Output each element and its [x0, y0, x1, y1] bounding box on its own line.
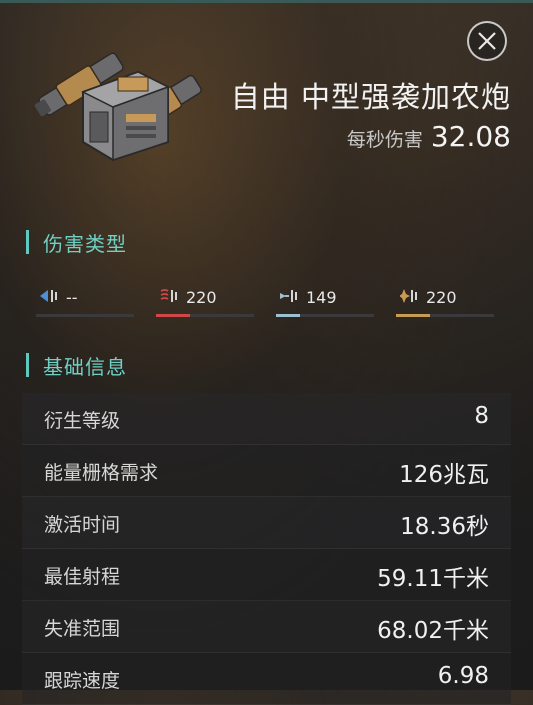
assault-cannon-image: [34, 52, 202, 162]
basic-info-heading: 基础信息: [26, 352, 127, 379]
info-row-falloff: 失准范围 68.02千米: [22, 601, 511, 653]
damage-value: 220: [186, 288, 217, 307]
info-row-derived-level: 衍生等级 8: [22, 393, 511, 445]
damage-fill: [276, 314, 300, 317]
info-label: 激活时间: [44, 514, 121, 536]
damage-track: [396, 314, 494, 317]
damage-track: [36, 314, 134, 317]
damage-kinetic: 149: [276, 283, 374, 317]
damage-types-heading: 伤害类型: [26, 229, 127, 256]
dps-row: 每秒伤害 32.08: [347, 120, 511, 153]
info-value: 18.36秒: [400, 514, 489, 540]
section-label: 伤害类型: [43, 231, 127, 256]
info-value: 68.02千米: [377, 618, 489, 644]
damage-track: [156, 314, 254, 317]
info-label: 衍生等级: [44, 410, 121, 432]
section-accent-bar: [26, 230, 29, 254]
explosive-damage-icon: [400, 289, 417, 303]
damage-em: --: [36, 283, 134, 317]
basic-info-table: 衍生等级 8 能量栅格需求 126兆瓦 激活时间 18.36秒 最佳射程 59.…: [22, 393, 511, 705]
damage-explosive: 220: [396, 283, 494, 317]
dps-value: 32.08: [430, 120, 511, 153]
damage-fill: [156, 314, 191, 317]
info-value: 126兆瓦: [399, 462, 489, 488]
damage-thermal: 220: [156, 283, 254, 317]
item-title: 自由 中型强袭加农炮: [230, 80, 511, 114]
info-row-optimal-range: 最佳射程 59.11千米: [22, 549, 511, 601]
section-label: 基础信息: [43, 354, 127, 379]
info-value: 8: [474, 403, 489, 429]
info-label: 最佳射程: [44, 566, 121, 588]
info-label: 跟踪速度: [44, 670, 121, 692]
info-row-power-grid: 能量栅格需求 126兆瓦: [22, 445, 511, 497]
info-label: 失准范围: [44, 618, 121, 640]
info-value: 59.11千米: [377, 566, 489, 592]
info-label: 能量栅格需求: [44, 462, 159, 484]
damage-value: --: [66, 288, 78, 307]
section-accent-bar: [26, 353, 29, 377]
damage-value: 220: [426, 288, 457, 307]
info-row-activation-time: 激活时间 18.36秒: [22, 497, 511, 549]
info-row-tracking-speed: 跟踪速度 6.98: [22, 653, 511, 705]
damage-value: 149: [306, 288, 337, 307]
damage-type-row: -- 220 149 220: [36, 283, 496, 321]
dps-label: 每秒伤害: [346, 129, 423, 151]
em-damage-icon: [40, 290, 57, 302]
close-button[interactable]: [467, 21, 507, 61]
kinetic-damage-icon: [280, 290, 297, 302]
top-accent-strip: [0, 0, 533, 3]
close-icon: [478, 32, 496, 50]
thermal-damage-icon: [160, 289, 177, 302]
damage-fill: [396, 314, 431, 317]
info-value: 6.98: [437, 663, 489, 689]
damage-track: [276, 314, 374, 317]
